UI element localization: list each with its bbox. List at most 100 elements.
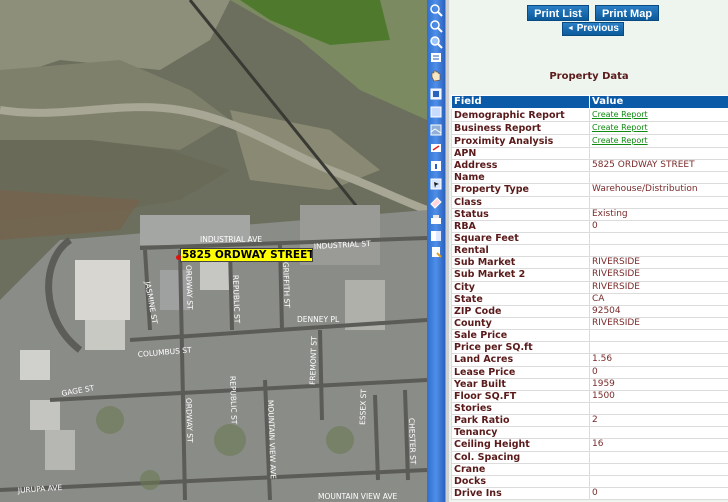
field-name: Sub Market 2 (451, 268, 590, 282)
table-row: Sale Price (451, 329, 728, 343)
street-label: JURUPA AVE (17, 483, 63, 495)
field-name: Rental (451, 244, 590, 258)
table-row: Stories (451, 401, 728, 416)
table-row: City RIVERSIDE (451, 280, 728, 294)
field-value (589, 450, 728, 464)
table-row: Sub Market 2 RIVERSIDE (451, 268, 728, 282)
table-row: Rental (451, 244, 728, 258)
table-row: Square Feet (451, 231, 728, 246)
table-row: State CA (451, 292, 728, 306)
field-value: Existing (589, 207, 728, 221)
field-name: Drive Ins (451, 486, 590, 501)
field-value (589, 146, 728, 161)
field-value: 16 (589, 438, 728, 452)
column-header-value: Value (589, 95, 728, 109)
property-table: Field Value Demographic Report Create Rep… (451, 95, 728, 501)
field-name: Name (451, 171, 590, 185)
field-value (589, 341, 728, 355)
select-icon[interactable] (428, 176, 444, 192)
zoom-out-icon[interactable] (428, 18, 444, 34)
field-value (589, 401, 728, 416)
field-name: Address (451, 159, 590, 173)
property-marker[interactable]: 5825 ORDWAY STREET (180, 248, 313, 262)
field-name: Stories (451, 401, 590, 416)
field-name: Floor SQ.FT (451, 389, 590, 403)
table-row: Land Acres 1.56 (451, 353, 728, 367)
aerial-map[interactable]: INDUSTRIAL AVE INDUSTRIAL ST JASMINE ST … (0, 0, 427, 502)
zoom-in-icon[interactable] (428, 34, 444, 50)
field-value (589, 329, 728, 343)
create-report-link[interactable]: Create Report (592, 123, 648, 132)
table-row: Price per SQ.ft (451, 341, 728, 355)
field-name: Sale Price (451, 329, 590, 343)
report-icon[interactable] (428, 244, 444, 260)
create-report-link[interactable]: Create Report (592, 110, 648, 119)
field-value[interactable]: Create Report (589, 108, 728, 122)
map-toolbar (427, 0, 445, 502)
field-value: 1959 (589, 377, 728, 391)
street-label: REPUBLIC ST (228, 376, 239, 425)
previous-button[interactable]: ◄ Previous (562, 22, 624, 36)
table-row: Ceiling Height 16 (451, 438, 728, 452)
street-label: GAGE ST (61, 383, 96, 398)
field-name: Business Report (451, 121, 590, 135)
table-row: Lease Price 0 (451, 365, 728, 379)
street-label: ORDWAY ST (184, 398, 195, 443)
field-name: Price per SQ.ft (451, 341, 590, 355)
field-name: RBA (451, 219, 590, 233)
field-value: 0 (589, 219, 728, 233)
table-row: Status Existing (451, 207, 728, 221)
field-name: Proximity Analysis (451, 134, 590, 148)
table-row: Address 5825 ORDWAY STREET (451, 159, 728, 173)
print-map-button[interactable]: Print Map (595, 5, 659, 21)
print-list-button[interactable]: Print List (527, 5, 589, 21)
field-name: County (451, 316, 590, 331)
table-row: Floor SQ.FT 1500 (451, 389, 728, 403)
book-icon[interactable] (428, 228, 444, 244)
zoom-in-icon[interactable] (428, 2, 444, 18)
field-value[interactable]: Create Report (589, 134, 728, 148)
field-name: ZIP Code (451, 304, 590, 318)
property-label: 5825 ORDWAY STREET (182, 249, 313, 261)
table-row: APN (451, 146, 728, 161)
field-value: Warehouse/Distribution (589, 183, 728, 197)
table-row: Sub Market RIVERSIDE (451, 256, 728, 270)
table-row: County RIVERSIDE (451, 316, 728, 331)
eraser-icon[interactable] (428, 194, 444, 210)
map-icon[interactable] (428, 104, 444, 120)
pan-hand-icon[interactable] (428, 68, 444, 84)
field-name: Land Acres (451, 353, 590, 367)
property-panel: Print List Print Map ◄ Previous Property… (450, 0, 728, 502)
print-icon[interactable] (428, 212, 444, 228)
street-label: FREMONT ST (308, 336, 319, 385)
field-value (589, 171, 728, 185)
info-icon[interactable] (428, 158, 444, 174)
field-value[interactable]: Create Report (589, 121, 728, 135)
panel-title: Property Data (549, 71, 629, 82)
column-header-field: Field (451, 95, 590, 109)
street-label: MOUNTAIN VIEW AVE (318, 492, 397, 501)
field-value: 92504 (589, 304, 728, 318)
aerial-icon[interactable] (428, 122, 444, 138)
field-value: 2 (589, 414, 728, 428)
street-label: MOUNTAIN VIEW AVE (266, 400, 278, 480)
field-value: RIVERSIDE (589, 280, 728, 294)
table-row: Col. Spacing (451, 450, 728, 464)
field-value: RIVERSIDE (589, 316, 728, 331)
field-name: Sub Market (451, 256, 590, 270)
field-value: 1.56 (589, 353, 728, 367)
field-name: City (451, 280, 590, 294)
field-value: 0 (589, 486, 728, 501)
map-icon[interactable] (428, 86, 444, 102)
table-row: Name (451, 171, 728, 185)
street-label: INDUSTRIAL ST (314, 239, 372, 251)
measure-icon[interactable] (428, 140, 444, 156)
field-value (589, 195, 728, 209)
layers-icon[interactable] (428, 50, 444, 66)
street-label: COLUMBUS ST (137, 345, 192, 359)
create-report-link[interactable]: Create Report (592, 136, 648, 145)
street-label: ESSEX ST (358, 388, 368, 425)
field-name: Status (451, 207, 590, 221)
field-value (589, 244, 728, 258)
field-name: Park Ratio (451, 414, 590, 428)
